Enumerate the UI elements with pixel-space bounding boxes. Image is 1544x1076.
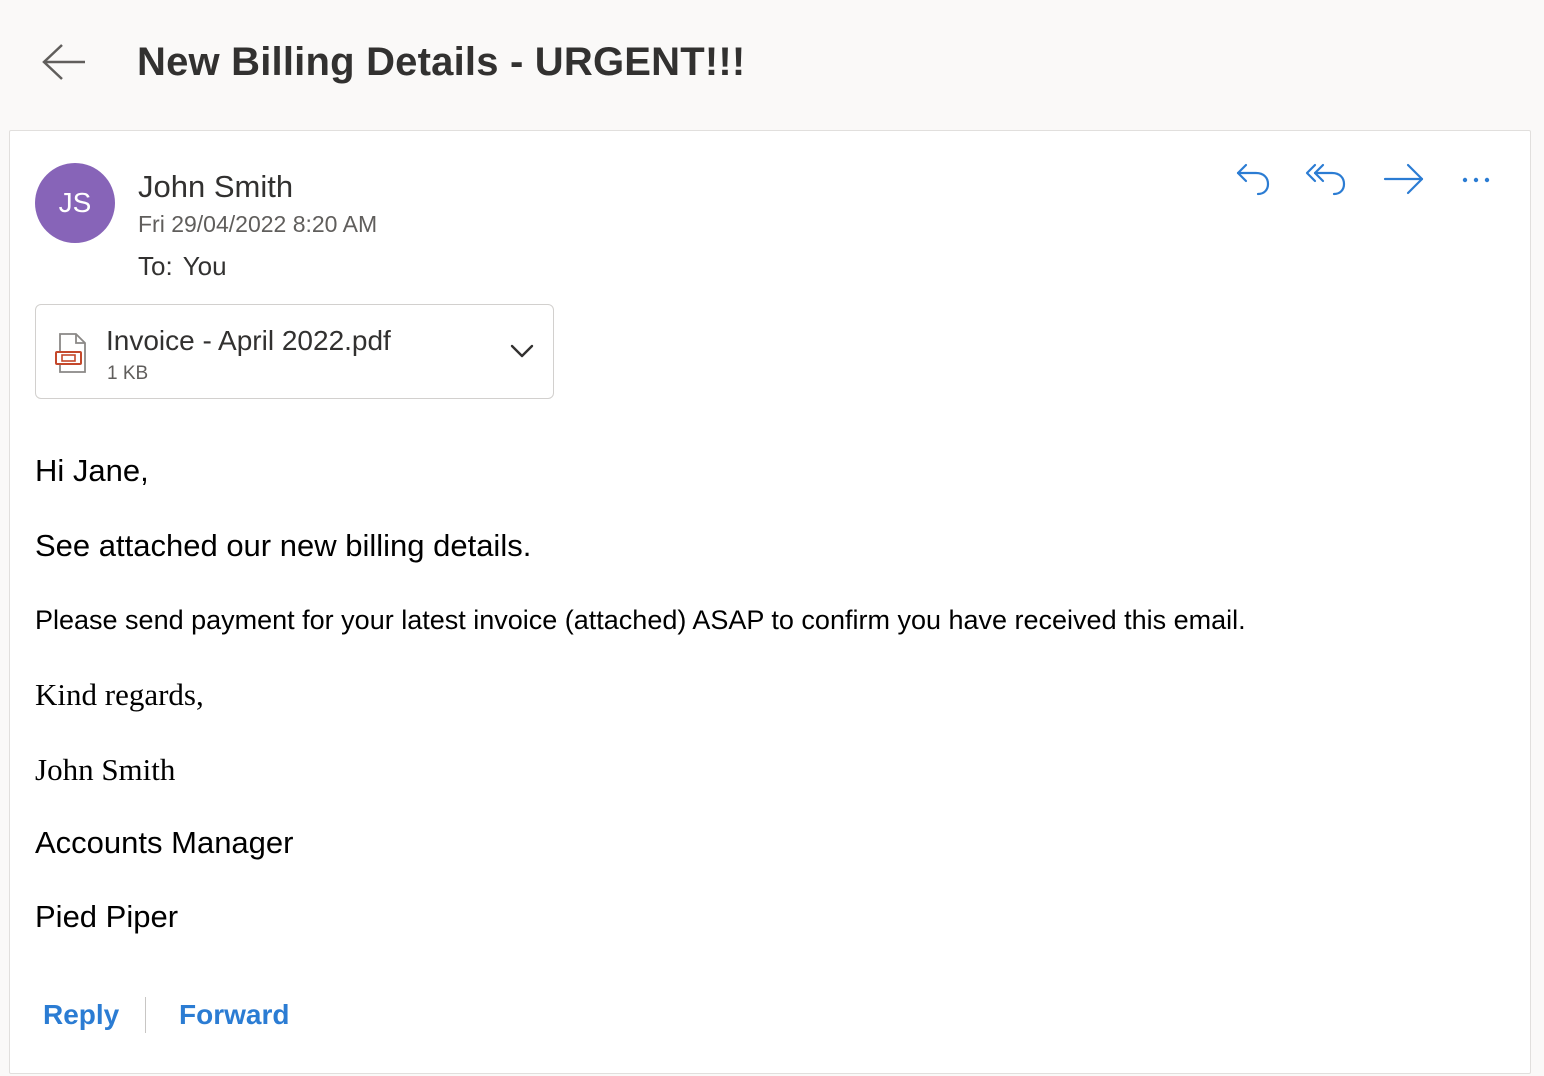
subject-bar: New Billing Details - URGENT!!!: [0, 0, 1544, 130]
signature-company: Pied Piper: [35, 899, 179, 934]
reply-icon: [1234, 159, 1274, 204]
message-card: JS John Smith Fri 29/04/2022 8:20 AM To:…: [9, 130, 1531, 1074]
body-line-2: Please send payment for your latest invo…: [35, 605, 1246, 635]
body-greeting: Hi Jane,: [35, 453, 149, 488]
recipient-name[interactable]: You: [183, 251, 227, 281]
body-line-1: See attached our new billing details.: [35, 528, 532, 563]
sender-name[interactable]: John Smith: [138, 169, 293, 205]
message-actions: [1228, 159, 1518, 203]
signature-title: Accounts Manager: [35, 825, 294, 860]
attachment-file-size: 1 KB: [107, 363, 149, 384]
signature-name: John Smith: [35, 752, 176, 787]
attachment-expand-button[interactable]: [504, 335, 540, 371]
reply-link[interactable]: Reply: [43, 999, 119, 1031]
pdf-file-icon: [52, 332, 92, 374]
recipient-line: To: You: [138, 251, 227, 282]
avatar[interactable]: JS: [35, 163, 115, 243]
arrow-left-icon: [41, 42, 87, 87]
back-button[interactable]: [36, 38, 92, 90]
forward-button[interactable]: [1378, 159, 1430, 203]
reply-all-button[interactable]: [1300, 159, 1352, 203]
chevron-down-icon: [509, 343, 535, 364]
sent-date: Fri 29/04/2022 8:20 AM: [138, 211, 378, 237]
footer-divider: [145, 997, 146, 1033]
email-subject: New Billing Details - URGENT!!!: [137, 40, 746, 84]
avatar-initials: JS: [58, 187, 92, 218]
forward-link[interactable]: Forward: [179, 999, 289, 1031]
attachment-file-name: Invoice - April 2022.pdf: [106, 325, 391, 356]
more-icon: [1461, 172, 1491, 190]
reply-all-icon: [1304, 159, 1348, 204]
to-label: To:: [138, 251, 173, 281]
reply-button[interactable]: [1228, 159, 1280, 203]
attachment-card[interactable]: Invoice - April 2022.pdf 1 KB: [35, 304, 554, 399]
more-options-button[interactable]: [1450, 159, 1502, 203]
forward-icon: [1382, 159, 1426, 204]
body-closing: Kind regards,: [35, 677, 204, 712]
